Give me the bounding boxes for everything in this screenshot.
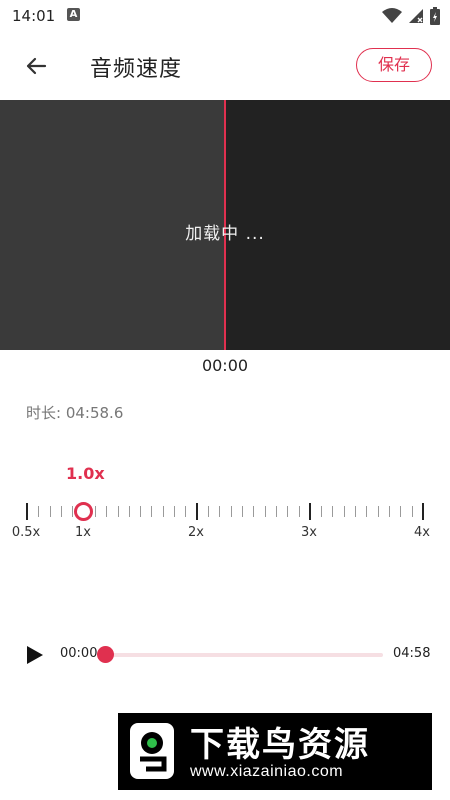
tick-label-1x: 1x xyxy=(75,525,91,540)
speed-minor-tick xyxy=(253,506,254,517)
speed-minor-tick xyxy=(208,506,209,517)
speed-minor-tick xyxy=(265,506,266,517)
save-button[interactable]: 保存 xyxy=(356,48,432,82)
wifi-icon xyxy=(382,8,402,23)
watermark-title: 下载鸟资源 xyxy=(190,725,370,765)
speed-minor-tick xyxy=(287,506,288,517)
speed-minor-tick xyxy=(378,506,379,517)
page-title: 音频速度 xyxy=(90,57,183,82)
speed-minor-tick xyxy=(231,506,232,517)
playback-progress-knob[interactable] xyxy=(97,646,114,663)
speed-minor-tick xyxy=(140,506,141,517)
speed-minor-tick xyxy=(389,506,390,517)
tick-label-4x: 4x xyxy=(414,525,430,540)
speed-minor-tick xyxy=(106,506,107,517)
speed-minor-tick xyxy=(366,506,367,517)
duration-label: 时长: 04:58.6 xyxy=(26,404,124,422)
tick-label-3x: 3x xyxy=(301,525,317,540)
watermark-banner: 下载鸟资源 www.xiazainiao.com xyxy=(118,713,432,790)
speed-minor-tick xyxy=(299,506,300,517)
speed-minor-tick xyxy=(72,506,73,517)
speed-minor-tick xyxy=(242,506,243,517)
speed-minor-tick xyxy=(219,506,220,517)
speed-minor-tick xyxy=(321,506,322,517)
loading-text: 加载中 ... xyxy=(185,224,265,244)
current-time: 00:00 xyxy=(201,356,249,375)
playback-start-time: 00:00 xyxy=(60,646,98,661)
speed-minor-tick xyxy=(185,506,186,517)
speed-minor-tick xyxy=(355,506,356,517)
player-controls: 00:00 04:58 xyxy=(0,640,450,670)
speed-major-tick xyxy=(196,503,198,520)
speed-major-tick xyxy=(26,503,28,520)
bird-logo-icon xyxy=(130,723,174,779)
notification-icon: A xyxy=(67,8,80,21)
status-time: 14:01 xyxy=(12,7,56,25)
tick-label-0.5x: 0.5x xyxy=(11,525,41,540)
signal-icon xyxy=(409,9,423,23)
speed-minor-tick xyxy=(163,506,164,517)
status-bar: 14:01 A xyxy=(0,0,450,32)
back-button[interactable] xyxy=(18,48,54,84)
tick-label-2x: 2x xyxy=(188,525,204,540)
speed-slider-knob[interactable] xyxy=(74,502,93,521)
speed-minor-tick xyxy=(61,506,62,517)
speed-minor-tick xyxy=(118,506,119,517)
speed-major-tick xyxy=(309,503,311,520)
speed-minor-tick xyxy=(95,506,96,517)
speed-major-tick xyxy=(422,503,424,520)
playback-progress-track[interactable] xyxy=(104,653,383,657)
speed-slider[interactable]: 0.5x 1x 2x 3x 4x xyxy=(0,495,450,545)
battery-icon xyxy=(430,7,440,25)
speed-minor-tick xyxy=(50,506,51,517)
speed-minor-tick xyxy=(174,506,175,517)
speed-minor-tick xyxy=(344,506,345,517)
playback-end-time: 04:58 xyxy=(393,646,431,661)
status-icons xyxy=(382,6,440,26)
speed-minor-tick xyxy=(276,506,277,517)
speed-minor-tick xyxy=(38,506,39,517)
waveform-view[interactable]: 加载中 ... xyxy=(0,100,450,350)
speed-minor-tick xyxy=(151,506,152,517)
speed-minor-tick xyxy=(332,506,333,517)
speed-minor-tick xyxy=(400,506,401,517)
play-icon[interactable] xyxy=(22,643,46,667)
speed-value-label: 1.0x xyxy=(66,464,105,483)
speed-minor-tick xyxy=(129,506,130,517)
watermark-url: www.xiazainiao.com xyxy=(190,763,344,780)
app-bar: 音频速度 保存 xyxy=(0,32,450,100)
speed-minor-tick xyxy=(412,506,413,517)
arrow-left-icon xyxy=(26,57,47,75)
